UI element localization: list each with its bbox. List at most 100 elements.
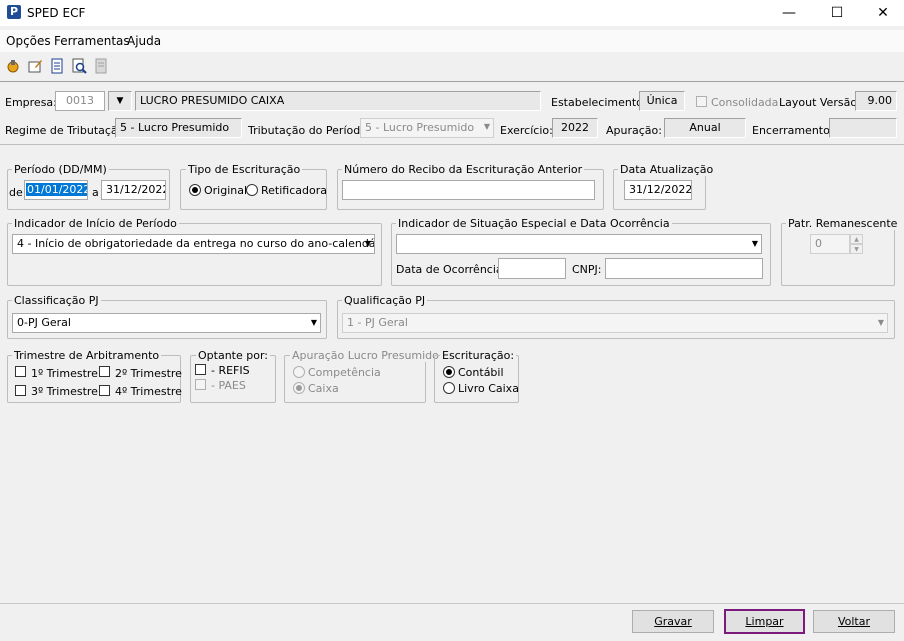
chevron-down-icon: ▼ (310, 318, 317, 327)
chevron-down-icon: ▼ (751, 239, 758, 248)
chevron-down-icon: ▼ (877, 318, 884, 327)
original-label: Original (204, 184, 248, 197)
toolbar-separator (0, 81, 904, 82)
edit-icon[interactable] (27, 58, 43, 74)
apuracao-label: Apuração: (606, 124, 662, 137)
periodo-a-label: a (92, 186, 99, 199)
retificadora-label: Retificadora (261, 184, 327, 197)
minimize-button[interactable]: — (766, 0, 812, 26)
contabil-radio[interactable] (443, 366, 455, 378)
empresa-label: Empresa: (5, 96, 57, 109)
recibo-legend: Número do Recibo da Escrituração Anterio… (342, 163, 585, 176)
trimestre-3-checkbox[interactable] (15, 385, 26, 396)
periodo-a-input[interactable]: 31/12/2022 (101, 180, 166, 200)
tipo-legend: Tipo de Escrituração (186, 163, 303, 176)
voltar-button[interactable]: Voltar (813, 610, 895, 633)
trib-periodo-value: 5 - Lucro Presumido (365, 121, 475, 134)
refis-checkbox[interactable] (195, 364, 206, 375)
close-button[interactable]: ✕ (860, 0, 904, 26)
menu-ferramentas[interactable]: Ferramentas (54, 34, 130, 48)
find-icon[interactable] (71, 58, 87, 74)
caixa-label: Caixa (308, 382, 339, 395)
periodo-de-input[interactable]: 01/01/2022 (24, 180, 88, 200)
radio-dot (192, 187, 198, 193)
layout-versao-value: 9.00 (855, 91, 897, 111)
open-icon[interactable] (5, 58, 21, 74)
refis-label: - REFIS (211, 364, 250, 377)
cnpj-input[interactable] (605, 258, 763, 279)
chevron-down-icon: ▼ (483, 122, 490, 131)
data-ocorrencia-input[interactable] (498, 258, 566, 279)
livro-caixa-radio[interactable] (443, 382, 455, 394)
document-icon[interactable] (49, 58, 65, 74)
consolidada-checkbox[interactable] (696, 96, 707, 107)
periodo-legend: Período (DD/MM) (12, 163, 109, 176)
trimestre-legend: Trimestre de Arbitramento (12, 349, 162, 362)
contabil-label: Contábil (458, 366, 504, 379)
trib-periodo-label: Tributação do Período: (248, 124, 371, 137)
encerramento-value (829, 118, 897, 138)
indicador-inicio-value: 4 - Início de obrigatoriedade da entrega… (17, 237, 375, 250)
competencia-radio[interactable] (293, 366, 305, 378)
data-atualizacao-input[interactable]: 31/12/2022 (624, 180, 692, 200)
radio-dot (446, 369, 452, 375)
cnpj-label: CNPJ: (572, 263, 602, 276)
retificadora-radio[interactable] (246, 184, 258, 196)
paes-checkbox[interactable] (195, 379, 206, 390)
empresa-dropdown-button[interactable]: ▼ (108, 91, 132, 111)
data-atualizacao-legend: Data Atualização (618, 163, 716, 176)
patr-group (781, 223, 895, 286)
menu-ajuda[interactable]: Ajuda (127, 34, 161, 48)
trimestre-4-checkbox[interactable] (99, 385, 110, 396)
classificacao-value: 0-PJ Geral (17, 316, 71, 329)
qualificacao-value: 1 - PJ Geral (347, 316, 408, 329)
recibo-input[interactable] (342, 180, 595, 200)
spin-down-icon[interactable]: ▼ (850, 244, 863, 254)
estabelecimento-value: Única (639, 91, 685, 111)
original-radio[interactable] (189, 184, 201, 196)
spin-up-icon[interactable]: ▲ (850, 234, 863, 244)
indicador-situacao-legend: Indicador de Situação Especial e Data Oc… (396, 217, 672, 230)
classificacao-legend: Classificação PJ (12, 294, 101, 307)
radio-dot (296, 385, 302, 391)
qualificacao-select[interactable]: 1 - PJ Geral ▼ (342, 313, 888, 333)
layout-versao-label: Layout Versão: (779, 96, 861, 109)
patr-legend: Patr. Remanescente (786, 217, 900, 230)
empresa-code-field[interactable]: 0013 (55, 91, 105, 111)
qualificacao-legend: Qualificação PJ (342, 294, 428, 307)
exercicio-value: 2022 (552, 118, 598, 138)
consolidada-label: Consolidada (711, 96, 779, 109)
caixa-radio[interactable] (293, 382, 305, 394)
trimestre-1-checkbox[interactable] (15, 366, 26, 377)
trimestre-2-checkbox[interactable] (99, 366, 110, 377)
indicador-inicio-select[interactable]: 4 - Início de obrigatoriedade da entrega… (12, 234, 375, 254)
trimestre-2-label: 2º Trimestre (115, 367, 182, 380)
indicador-situacao-select[interactable]: ▼ (396, 234, 762, 254)
trib-periodo-select[interactable]: 5 - Lucro Presumido ▼ (360, 118, 494, 138)
competencia-label: Competência (308, 366, 381, 379)
apuracao-lp-legend: Apuração Lucro Presumido (290, 349, 441, 362)
limpar-button[interactable]: Limpar (724, 609, 805, 634)
data-ocorrencia-label: Data de Ocorrência: (396, 263, 507, 276)
escrituracao-group (434, 355, 519, 403)
window-title: SPED ECF (27, 6, 86, 20)
classificacao-select[interactable]: 0-PJ Geral ▼ (12, 313, 321, 333)
maximize-button[interactable]: ☐ (814, 0, 860, 26)
menu-opcoes[interactable]: Opções (6, 34, 51, 48)
apuracao-value: Anual (664, 118, 746, 138)
patr-input[interactable]: 0 (810, 234, 850, 254)
report-icon[interactable] (93, 58, 109, 74)
header-separator (0, 144, 904, 145)
estabelecimento-label: Estabelecimento: (551, 96, 647, 109)
indicador-inicio-legend: Indicador de Início de Período (12, 217, 179, 230)
regime-value: 5 - Lucro Presumido (115, 118, 242, 138)
trimestre-3-label: 3º Trimestre (31, 385, 98, 398)
encerramento-label: Encerramento: (752, 124, 834, 137)
footer-separator (0, 603, 904, 604)
gravar-button[interactable]: Gravar (632, 610, 714, 633)
regime-label: Regime de Tributação: (5, 124, 129, 137)
periodo-de-label: de (9, 186, 23, 199)
chevron-down-icon: ▼ (364, 239, 371, 248)
periodo-de-value: 01/01/2022 (26, 183, 87, 196)
optante-legend: Optante por: (196, 349, 270, 362)
